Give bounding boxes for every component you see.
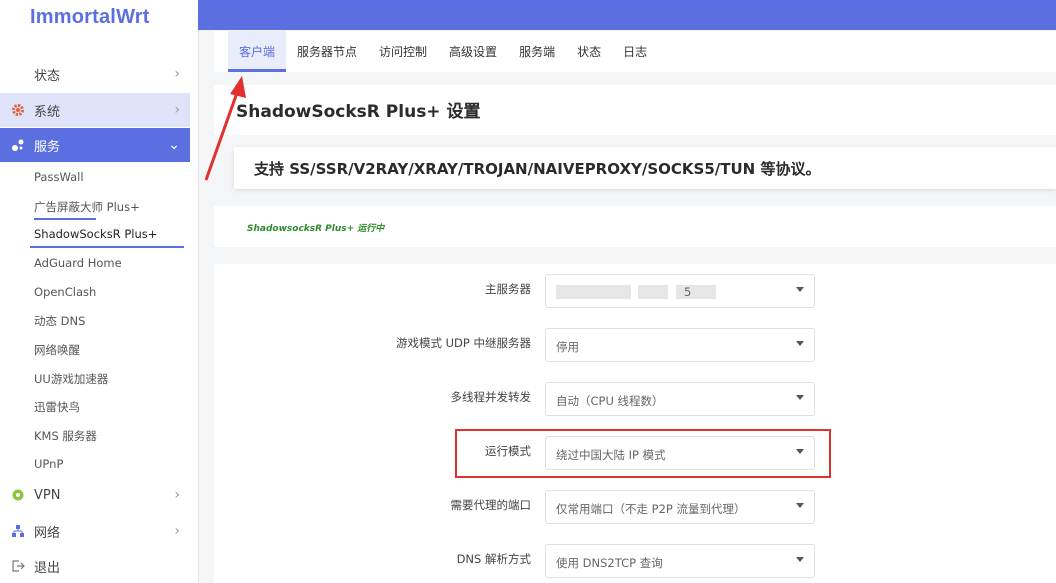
- sidebar-item-label: 服务: [34, 139, 61, 155]
- sidebar-subitem-passwall[interactable]: PassWall: [34, 170, 84, 184]
- services-icon: [10, 137, 26, 153]
- sidebar-subitem-openclash[interactable]: OpenClash: [34, 285, 96, 299]
- chevron-right-icon: ›: [174, 523, 180, 539]
- caret-down-icon: [796, 503, 804, 508]
- caret-down-icon: [796, 395, 804, 400]
- annotation-arrow-icon: [204, 76, 246, 181]
- form-label-dns-mode: DNS 解析方式: [456, 552, 531, 566]
- app-logo: ImmortalWrt: [30, 6, 150, 28]
- tab-bar: 客户端 服务器节点 访问控制 高级设置 服务端 状态 日志: [214, 31, 1056, 72]
- highlight-box: [455, 429, 831, 478]
- sidebar-item-label: 状态: [34, 68, 61, 84]
- select-value: 自动（CPU 线程数）: [556, 394, 664, 408]
- caret-down-icon: [796, 341, 804, 346]
- select-value: 5: [684, 285, 692, 299]
- sidebar-item-vpn[interactable]: VPN ›: [0, 478, 190, 512]
- sidebar-item-label: 网络: [34, 525, 61, 541]
- sidebar-item-label: 退出: [34, 560, 61, 576]
- tab-server-nodes[interactable]: 服务器节点: [286, 31, 368, 72]
- tab-advanced[interactable]: 高级设置: [438, 31, 508, 72]
- top-bar: [198, 0, 1056, 30]
- sidebar-item-label: VPN: [34, 487, 61, 503]
- sidebar-item-network[interactable]: 网络 ›: [0, 514, 190, 548]
- protocol-banner: 支持 SS/SSR/V2RAY/XRAY/TROJAN/NAIVEPROXY/S…: [234, 147, 1056, 189]
- sidebar-subitem-wol[interactable]: 网络唤醒: [34, 342, 80, 358]
- caret-down-icon: [796, 287, 804, 292]
- hover-underline: [34, 218, 96, 220]
- dns-mode-select[interactable]: 使用 DNS2TCP 查询: [545, 544, 815, 578]
- sidebar-subitem-upnp[interactable]: UPnP: [34, 457, 63, 471]
- banner-text: 支持 SS/SSR/V2RAY/XRAY/TROJAN/NAIVEPROXY/S…: [254, 160, 821, 178]
- select-value: 仅常用端口（不走 P2P 流量到代理）: [556, 502, 746, 516]
- threads-select[interactable]: 自动（CPU 线程数）: [545, 382, 815, 416]
- vpn-icon: [10, 487, 26, 503]
- sidebar-item-status[interactable]: 状态 ›: [0, 57, 190, 91]
- form-label-proxy-ports: 需要代理的端口: [450, 498, 532, 512]
- tab-client[interactable]: 客户端: [228, 31, 287, 72]
- form-label-threads: 多线程并发转发: [450, 390, 532, 404]
- sidebar-subitem-ddns[interactable]: 动态 DNS: [34, 313, 85, 329]
- gear-icon: [10, 102, 26, 118]
- sidebar-subitem-uu[interactable]: UU游戏加速器: [34, 371, 108, 387]
- sidebar-subitem-ssr-plus[interactable]: ShadowSocksR Plus+: [34, 227, 157, 241]
- chevron-right-icon: ›: [174, 66, 180, 82]
- main-server-select[interactable]: 5: [545, 274, 815, 308]
- sidebar-item-services[interactable]: 服务 ⌄: [0, 128, 190, 162]
- caret-down-icon: [796, 557, 804, 562]
- select-value: 停用: [556, 340, 579, 354]
- settings-form: [214, 264, 1056, 583]
- tab-log[interactable]: 日志: [612, 31, 658, 72]
- redacted-block: [638, 285, 668, 299]
- chevron-right-icon: ›: [174, 487, 180, 503]
- sidebar-subitem-kms[interactable]: KMS 服务器: [34, 428, 97, 444]
- chevron-down-icon: ⌄: [168, 137, 180, 153]
- sidebar-item-label: 系统: [34, 104, 61, 120]
- tab-server[interactable]: 服务端: [508, 31, 566, 72]
- tab-access-control[interactable]: 访问控制: [368, 31, 438, 72]
- form-label-main-server: 主服务器: [485, 282, 531, 296]
- select-value: 使用 DNS2TCP 查询: [556, 556, 663, 570]
- redacted-block: [556, 285, 631, 299]
- sidebar: ImmortalWrt 状态 › 系统 › 服务 ⌄ PassWall 广告屏蔽…: [0, 0, 199, 583]
- running-status: ShadowsocksR Plus+ 运行中: [247, 224, 385, 234]
- proxy-ports-select[interactable]: 仅常用端口（不走 P2P 流量到代理）: [545, 490, 815, 524]
- chevron-right-icon: ›: [174, 102, 180, 118]
- tab-status[interactable]: 状态: [566, 31, 612, 72]
- form-label-udp-relay: 游戏模式 UDP 中继服务器: [395, 336, 531, 350]
- logout-icon: [10, 558, 26, 574]
- active-underline: [30, 246, 184, 248]
- network-icon: [10, 523, 26, 539]
- sidebar-subitem-xunlei[interactable]: 迅雷快鸟: [34, 399, 80, 415]
- sidebar-item-logout[interactable]: 退出: [0, 549, 190, 583]
- sidebar-item-system[interactable]: 系统 ›: [0, 93, 190, 127]
- redacted-block: [676, 285, 716, 299]
- udp-relay-select[interactable]: 停用: [545, 328, 815, 362]
- page-title: ShadowSocksR Plus+ 设置: [236, 102, 481, 122]
- sidebar-subitem-adblock[interactable]: 广告屏蔽大师 Plus+: [34, 199, 140, 215]
- sidebar-subitem-adguard[interactable]: AdGuard Home: [34, 256, 122, 270]
